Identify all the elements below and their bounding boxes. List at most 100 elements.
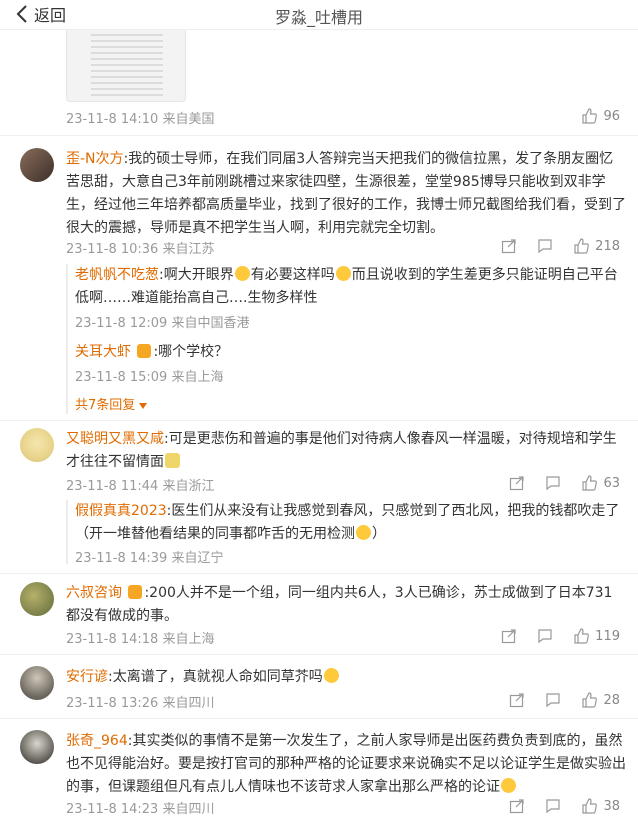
comment-icon[interactable] xyxy=(537,628,553,644)
user-badge-icon xyxy=(137,344,152,358)
comment-location: 来自浙江 xyxy=(162,479,215,494)
like-count: 218 xyxy=(595,238,620,254)
reply-text: 老帆帆不吃葱:啊大开眼界 有必要这样吗 而且说收到的学生差更多只能证明自己平台低啊…… xyxy=(75,266,618,306)
comment-body: 200人并不是一个组，同一组内共6人，3人已确诊，苏士成做到了日本731都没有做… xyxy=(66,585,613,624)
comment-icon[interactable] xyxy=(545,475,561,491)
reply-body: ） xyxy=(372,526,386,542)
reply-location: 来自辽宁 xyxy=(171,551,224,566)
like-button[interactable]: 218 xyxy=(573,238,620,254)
reply-text: 关耳大虾 :哪个学校？ xyxy=(75,341,625,364)
share-icon[interactable] xyxy=(501,238,517,254)
thumbs-up-icon xyxy=(574,628,590,644)
reply-thread-bar xyxy=(66,500,68,564)
share-icon[interactable] xyxy=(509,475,525,491)
like-button[interactable]: 28 xyxy=(581,692,620,708)
comment-body: 其实类似的事情不是第一次发生了，之前人家导师是出医药费负责到底的，虽然也不见得能… xyxy=(66,733,626,795)
reply-body: 啊大开眼界 xyxy=(163,267,234,283)
reply-body: 有必要这样吗 xyxy=(250,267,335,283)
emoji-icon xyxy=(501,778,516,793)
avatar[interactable] xyxy=(20,666,54,700)
comment-actions: 119 xyxy=(501,628,620,644)
like-button[interactable]: 63 xyxy=(581,475,620,491)
comment-username[interactable]: 安行谚 xyxy=(66,669,108,685)
like-count: 119 xyxy=(595,628,620,644)
reply-date: 23-11-8 15:09 xyxy=(75,370,168,385)
like-button[interactable]: 119 xyxy=(573,628,620,644)
comment-text: 歪-N次方:我的硕士导师，在我们同届3人答辩完当天把我们的微信拉黑，发了条朋友圈… xyxy=(66,151,626,236)
comment-date: 23-11-8 10:36 xyxy=(66,242,159,257)
like-button[interactable]: 38 xyxy=(581,798,620,814)
comment-actions: 218 xyxy=(501,238,620,254)
emoji-icon xyxy=(335,266,351,281)
comment-image[interactable] xyxy=(66,28,186,102)
comment-location: 来自江苏 xyxy=(162,242,215,257)
avatar[interactable] xyxy=(20,730,54,764)
comment-location: 来自上海 xyxy=(162,632,215,647)
share-icon[interactable] xyxy=(509,692,525,708)
emoji-icon xyxy=(234,266,250,281)
comment-meta: 23-11-8 11:44 来自浙江 xyxy=(66,475,215,494)
comment-body: 太离谱了，真就视人命如同草芥吗 xyxy=(112,669,323,685)
top-bar: 返回 罗淼_吐槽用 xyxy=(0,0,638,30)
comment-icon[interactable] xyxy=(545,798,561,814)
caret-down-icon xyxy=(139,403,148,409)
share-icon[interactable] xyxy=(501,628,517,644)
like-count: 38 xyxy=(603,798,620,814)
like-count: 63 xyxy=(603,475,620,491)
avatar[interactable] xyxy=(20,148,54,182)
reply-meta: 23-11-8 12:09 来自中国香港 xyxy=(75,312,250,331)
emoji-icon xyxy=(356,525,371,540)
comment-actions: 63 xyxy=(509,475,620,491)
like-button[interactable]: 96 xyxy=(581,108,620,124)
comment-icon[interactable] xyxy=(537,238,553,254)
reply-location: 来自中国香港 xyxy=(171,316,250,331)
comment-date: 23-11-8 13:26 xyxy=(66,696,159,711)
comment-meta: 23-11-8 14:23 来自四川 xyxy=(66,798,215,817)
reply-date: 23-11-8 12:09 xyxy=(75,316,168,331)
user-badge-icon xyxy=(128,585,143,599)
thumbs-up-icon xyxy=(574,238,590,254)
comment-username[interactable]: 张奇_964 xyxy=(66,733,128,749)
reply-meta: 23-11-8 14:39 来自辽宁 xyxy=(75,547,224,566)
thumbs-up-icon xyxy=(582,475,598,491)
comment-meta: 23-11-8 10:36 来自江苏 xyxy=(66,238,215,257)
more-replies-link[interactable]: 共7条回复 xyxy=(75,394,148,413)
reply-meta: 23-11-8 15:09 来自上海 xyxy=(75,366,224,385)
comment-username[interactable]: 又聪明又黑又咸 xyxy=(66,431,164,447)
avatar[interactable] xyxy=(20,428,54,462)
comment-icon[interactable] xyxy=(545,692,561,708)
reply-username[interactable]: 假假真真2023 xyxy=(75,503,167,519)
avatar[interactable] xyxy=(20,582,54,616)
thumbs-up-icon xyxy=(582,108,598,124)
comment-actions: 38 xyxy=(509,798,620,814)
emoji-icon xyxy=(323,668,339,683)
like-count: 28 xyxy=(603,692,620,708)
more-replies-label: 共7条回复 xyxy=(75,398,136,413)
comment-meta: 23-11-8 14:10 来自美国 xyxy=(66,108,215,127)
thumbs-up-icon xyxy=(582,692,598,708)
reply-date: 23-11-8 14:39 xyxy=(75,551,168,566)
comment-text: 六叔咨询 :200人并不是一个组，同一组内共6人，3人已确诊，苏士成做到了日本7… xyxy=(66,585,613,624)
reply-username[interactable]: 关耳大虾 xyxy=(75,344,131,360)
comment-location: 来自四川 xyxy=(162,802,215,817)
reply-body: :哪个学校？ xyxy=(153,344,229,360)
comment-actions: 28 xyxy=(509,692,620,708)
page-title: 罗淼_吐槽用 xyxy=(274,8,363,27)
comment-location: 来自四川 xyxy=(162,696,215,711)
comment-text: 张奇_964:其实类似的事情不是第一次发生了，之前人家导师是出医药费负责到底的，… xyxy=(66,733,626,795)
comment-actions: 96 xyxy=(581,108,620,124)
reply-location: 来自上海 xyxy=(171,370,224,385)
comment-username[interactable]: 六叔咨询 xyxy=(66,585,122,601)
comment-text: 安行谚:太离谱了，真就视人命如同草芥吗 xyxy=(66,666,626,689)
comment-date: 23-11-8 14:10 xyxy=(66,112,159,127)
share-icon[interactable] xyxy=(509,798,525,814)
comment-username[interactable]: 歪-N次方 xyxy=(66,151,124,167)
reply-username[interactable]: 老帆帆不吃葱 xyxy=(75,267,159,283)
reply-thread-bar xyxy=(66,264,68,414)
comment-text: 又聪明又黑又咸:可是更悲伤和普遍的事是他们对待病人像春风一样温暖，对待规培和学生… xyxy=(66,431,617,470)
comment-body: 我的硕士导师，在我们同届3人答辩完当天把我们的微信拉黑，发了条朋友圈忆苦思甜，大… xyxy=(66,151,626,236)
comment-date: 23-11-8 14:18 xyxy=(66,632,159,647)
like-count: 96 xyxy=(603,108,620,124)
thumbs-up-icon xyxy=(582,798,598,814)
emoji-icon xyxy=(165,453,180,468)
